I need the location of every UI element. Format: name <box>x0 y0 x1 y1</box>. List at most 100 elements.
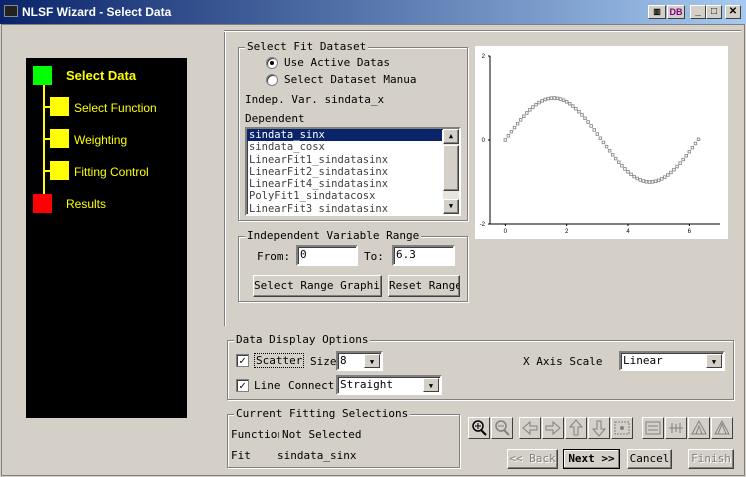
data-point <box>604 144 609 149</box>
scatter-checkbox[interactable]: ✓ <box>236 354 249 367</box>
close-icon[interactable]: ✕ <box>725 5 741 19</box>
data-point <box>626 170 630 174</box>
connect-select[interactable]: Straight ▼ <box>336 375 442 395</box>
list-item[interactable]: LinearFit1_sindatasinx <box>247 154 442 166</box>
list-item[interactable]: LinearFit2_sindatasinx <box>247 166 442 178</box>
line-label[interactable]: Line <box>254 379 281 392</box>
list-item[interactable]: sindata_cosx <box>247 141 442 153</box>
x-axis-scale-label: X Axis Scale <box>523 355 603 368</box>
data-point <box>623 167 627 171</box>
list-item[interactable]: PolyFit1_sindatacosx <box>247 190 442 202</box>
data-point <box>583 116 587 121</box>
data-point <box>607 149 612 153</box>
line-checkbox[interactable]: ✓ <box>236 379 249 392</box>
data-point <box>561 98 566 102</box>
from-label: From: <box>257 250 291 263</box>
use-active-label[interactable]: Use Active Datas <box>284 56 390 69</box>
data-point <box>632 174 636 179</box>
to-input[interactable]: 6.3 <box>392 245 455 266</box>
maximize-icon[interactable]: □ <box>706 5 722 19</box>
db-icon[interactable]: DB <box>667 5 685 19</box>
data-point <box>647 180 652 184</box>
minimize-icon[interactable]: _ <box>690 5 706 19</box>
step-select-data[interactable]: Select Data <box>66 68 136 83</box>
size-select[interactable]: 8 ▼ <box>336 351 383 371</box>
current-selections-title: Current Fitting Selections <box>234 407 411 420</box>
residual-icon[interactable] <box>665 417 687 439</box>
data-point <box>543 97 547 102</box>
display-options-title: Data Display Options <box>234 333 371 346</box>
data-point <box>660 177 664 181</box>
step-fitting-control-marker <box>50 161 69 180</box>
x-tick-label: 0 <box>504 229 508 235</box>
data-point <box>650 180 655 184</box>
use-active-radio[interactable] <box>266 57 278 69</box>
function-value: Not Selected <box>282 428 362 441</box>
dependent-label: Dependent <box>245 112 305 125</box>
next-button[interactable]: Next >> <box>563 449 620 469</box>
cancel-button[interactable]: Cancel <box>627 449 672 469</box>
chart-toolbar-icon[interactable]: ▥ <box>648 5 666 19</box>
data-preview-chart: 2 0 -2 0 2 4 6 <box>475 46 728 239</box>
data-point <box>614 156 618 161</box>
chevron-down-icon[interactable]: ▼ <box>706 354 722 368</box>
data-point <box>515 121 520 126</box>
select-manual-label[interactable]: Select Dataset Manua <box>284 73 416 86</box>
data-point <box>669 170 673 175</box>
zoom-out-icon[interactable] <box>491 417 513 439</box>
data-point <box>525 111 529 115</box>
list-scrollbar[interactable]: ▲ ▼ <box>443 129 459 214</box>
back-button[interactable]: << Back <box>507 449 558 469</box>
step-fitting-control[interactable]: Fitting Control <box>74 165 149 179</box>
legend-icon[interactable] <box>642 417 664 439</box>
chevron-down-icon[interactable]: ▼ <box>423 378 439 392</box>
arrow-down-icon[interactable] <box>588 417 610 439</box>
scatter-label[interactable]: Scatter <box>254 353 305 368</box>
wizard-steps-panel: Select Data Select Function Weighting Fi… <box>26 58 187 418</box>
title-bar: NLSF Wizard - Select Data ▥ DB _ □ ✕ <box>0 0 746 24</box>
chevron-down-icon[interactable]: ▼ <box>364 354 380 368</box>
step-results[interactable]: Results <box>66 197 106 211</box>
data-point <box>512 125 517 130</box>
data-point <box>693 141 698 146</box>
arrow-left-icon[interactable] <box>519 417 541 439</box>
peak-fit-icon[interactable] <box>711 417 733 439</box>
data-point <box>620 163 624 168</box>
data-point <box>598 136 603 140</box>
reset-range-button[interactable]: Reset Range <box>388 275 460 297</box>
finish-button[interactable]: Finish <box>688 449 734 469</box>
scroll-up-icon[interactable]: ▲ <box>443 129 459 144</box>
list-item[interactable]: sindata_sinx <box>247 129 442 142</box>
data-point <box>540 99 544 103</box>
window-title: NLSF Wizard - Select Data <box>22 5 172 19</box>
data-point <box>534 102 538 107</box>
data-point <box>681 157 685 162</box>
data-point <box>577 109 581 114</box>
step-select-function[interactable]: Select Function <box>74 101 157 115</box>
list-item[interactable]: LinearFit3_sindatasinx <box>247 203 442 214</box>
x-axis-scale-select[interactable]: Linear ▼ <box>619 351 725 371</box>
data-point <box>601 140 606 145</box>
from-input[interactable]: 0 <box>296 245 358 266</box>
data-point <box>638 178 642 182</box>
peak-icon[interactable] <box>688 417 710 439</box>
arrow-right-icon[interactable] <box>542 417 564 439</box>
step-weighting[interactable]: Weighting <box>74 133 127 147</box>
arrow-up-icon[interactable] <box>565 417 587 439</box>
data-point <box>564 100 569 104</box>
scroll-thumb[interactable] <box>443 145 459 191</box>
select-manual-radio[interactable] <box>266 74 278 86</box>
scroll-down-icon[interactable]: ▼ <box>443 199 459 214</box>
zoom-in-icon[interactable] <box>468 417 490 439</box>
chart-svg: 2 0 -2 0 2 4 6 <box>480 54 720 235</box>
data-point <box>518 118 523 122</box>
fit-range-icon[interactable] <box>611 417 633 439</box>
list-item[interactable]: LinearFit4_sindatasinx <box>247 178 442 190</box>
select-fit-dataset-title: Select Fit Dataset <box>245 40 369 53</box>
indep-range-title: Independent Variable Range <box>245 229 422 242</box>
data-point <box>592 128 596 132</box>
x-tick-label: 4 <box>626 229 630 235</box>
data-point <box>506 134 511 138</box>
dataset-listbox[interactable]: sindata_sinx sindata_cosx LinearFit1_sin… <box>245 127 461 216</box>
select-range-graphically-button[interactable]: Select Range Graphically <box>253 275 382 297</box>
